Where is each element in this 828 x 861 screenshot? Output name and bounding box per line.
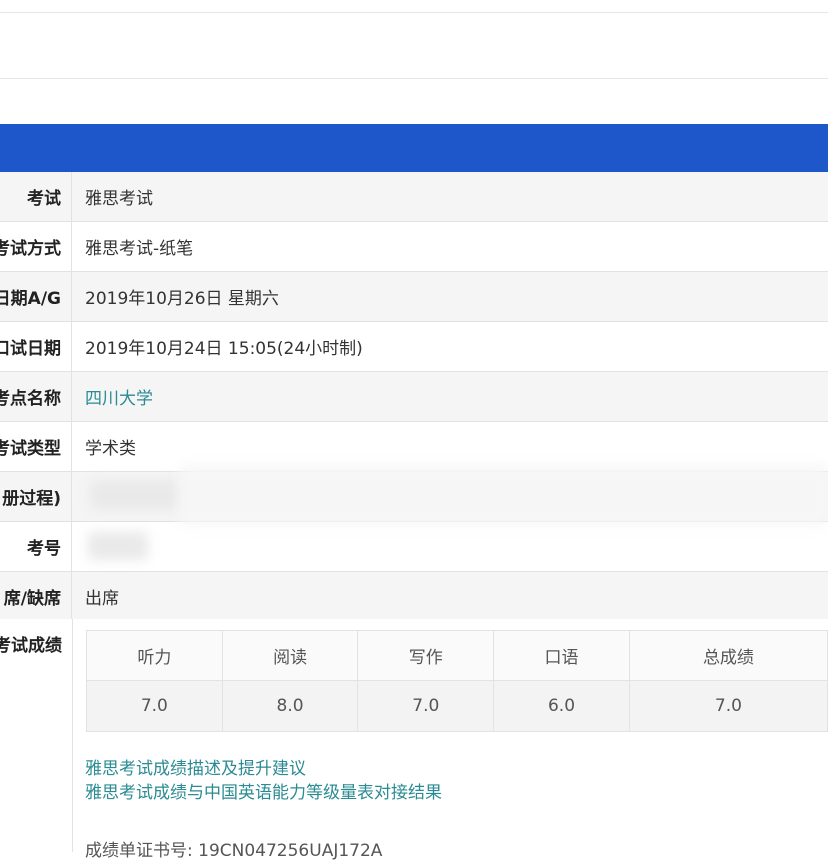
score-header-reading: 阅读 bbox=[221, 630, 359, 681]
certificate-number: 成绩单证书号: 19CN047256UAJ172A bbox=[85, 841, 383, 861]
score-writing: 7.0 bbox=[357, 680, 495, 732]
row-label-registration: 册过程) bbox=[0, 472, 72, 521]
score-section: 考试成绩 听力 阅读 写作 口语 总成绩 7.0 8.0 7.0 6.0 7.0 bbox=[0, 619, 828, 852]
cse-mapping-link[interactable]: 雅思考试成绩与中国英语能力等级量表对接结果 bbox=[85, 781, 442, 805]
score-divider bbox=[72, 619, 73, 852]
top-divider-2 bbox=[0, 78, 828, 79]
row-label-exam-mode: 考试方式 bbox=[0, 222, 72, 271]
row-test-center: 考点名称 四川大学 bbox=[0, 372, 828, 422]
row-value-speaking-date: 2019年10月24日 15:05(24小时制) bbox=[85, 339, 363, 359]
row-value-exam: 雅思考试 bbox=[85, 189, 153, 209]
header-bar bbox=[0, 124, 828, 172]
row-label-attendance: 席/缺席 bbox=[0, 572, 72, 621]
row-value-exam-type: 学术类 bbox=[85, 439, 136, 459]
score-header-writing: 写作 bbox=[357, 630, 495, 681]
top-divider bbox=[0, 12, 828, 13]
redacted-block bbox=[88, 532, 148, 560]
score-header-row: 听力 阅读 写作 口语 总成绩 bbox=[86, 630, 828, 681]
row-label-candidate-number: 考号 bbox=[0, 522, 72, 571]
row-exam-mode: 考试方式 雅思考试-纸笔 bbox=[0, 222, 828, 272]
score-description-link[interactable]: 雅思考试成绩描述及提升建议 bbox=[85, 757, 442, 781]
row-value-exam-mode: 雅思考试-纸笔 bbox=[85, 239, 194, 259]
exam-info-table: 考试 雅思考试 考试方式 雅思考试-纸笔 日期A/G 2019年10月26日 星… bbox=[0, 172, 828, 622]
score-header-speaking: 口语 bbox=[493, 630, 630, 681]
test-center-link[interactable]: 四川大学 bbox=[85, 372, 153, 421]
score-listening: 7.0 bbox=[86, 680, 223, 732]
score-speaking: 6.0 bbox=[493, 680, 630, 732]
row-label-exam: 考试 bbox=[0, 172, 72, 221]
row-label-exam-date: 日期A/G bbox=[0, 272, 72, 321]
row-candidate-number: 考号 bbox=[0, 522, 828, 572]
row-label-exam-type: 考试类型 bbox=[0, 422, 72, 471]
score-value-row: 7.0 8.0 7.0 6.0 7.0 bbox=[86, 680, 828, 732]
redacted-area bbox=[180, 465, 828, 525]
row-value-exam-date: 2019年10月26日 星期六 bbox=[85, 289, 279, 309]
row-attendance: 席/缺席 出席 bbox=[0, 572, 828, 622]
row-label-test-center: 考点名称 bbox=[0, 372, 72, 421]
score-overall: 7.0 bbox=[628, 680, 828, 732]
score-reading: 8.0 bbox=[221, 680, 359, 732]
score-table: 听力 阅读 写作 口语 总成绩 7.0 8.0 7.0 6.0 7.0 bbox=[86, 630, 828, 732]
row-exam: 考试 雅思考试 bbox=[0, 172, 828, 222]
row-exam-date: 日期A/G 2019年10月26日 星期六 bbox=[0, 272, 828, 322]
row-speaking-date: 口试日期 2019年10月24日 15:05(24小时制) bbox=[0, 322, 828, 372]
row-label-speaking-date: 口试日期 bbox=[0, 322, 72, 371]
score-label: 考试成绩 bbox=[0, 635, 62, 656]
score-links: 雅思考试成绩描述及提升建议 雅思考试成绩与中国英语能力等级量表对接结果 bbox=[85, 757, 442, 805]
redacted-block bbox=[90, 480, 180, 510]
score-header-overall: 总成绩 bbox=[628, 630, 828, 681]
row-value-attendance: 出席 bbox=[85, 589, 119, 609]
score-header-listening: 听力 bbox=[86, 630, 223, 681]
